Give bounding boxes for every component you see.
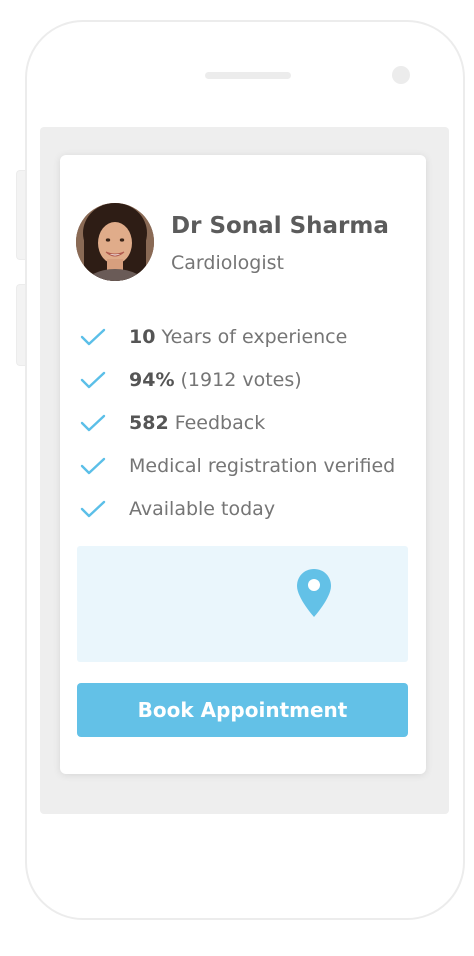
location-pin-icon[interactable] xyxy=(295,567,333,619)
feature-text: Medical registration verified xyxy=(129,455,395,477)
feature-text: 10 Years of experience xyxy=(129,326,347,348)
location-map[interactable] xyxy=(77,546,408,662)
feature-highlight: 94% xyxy=(129,368,175,391)
app-preview: Dr Sonal Sharma Cardiologist 10 Years of… xyxy=(0,0,474,956)
feature-description: Available today xyxy=(129,497,276,520)
feature-description: Medical registration verified xyxy=(129,454,396,477)
feature-item: Available today xyxy=(80,487,395,530)
feature-highlight: 10 xyxy=(129,325,156,348)
phone-camera xyxy=(392,66,410,84)
check-icon xyxy=(80,371,106,388)
feature-item: Medical registration verified xyxy=(80,444,395,487)
phone-speaker xyxy=(205,72,291,79)
feature-list: 10 Years of experience 94% (1912 votes) … xyxy=(80,315,395,530)
check-icon xyxy=(80,500,106,517)
feature-item: 582 Feedback xyxy=(80,401,395,444)
feature-item: 94% (1912 votes) xyxy=(80,358,395,401)
book-appointment-button[interactable]: Book Appointment xyxy=(77,683,408,737)
doctor-specialty: Cardiologist xyxy=(171,252,284,274)
feature-description: Years of experience xyxy=(155,325,348,348)
feature-text: Available today xyxy=(129,498,275,520)
feature-description: Feedback xyxy=(168,411,266,434)
doctor-photo xyxy=(76,203,154,281)
doctor-avatar xyxy=(76,203,154,281)
feature-highlight: 582 xyxy=(129,411,169,434)
feature-text: 94% (1912 votes) xyxy=(129,369,302,391)
feature-item: 10 Years of experience xyxy=(80,315,395,358)
feature-description: (1912 votes) xyxy=(174,368,302,391)
check-icon xyxy=(80,414,106,431)
doctor-card: Dr Sonal Sharma Cardiologist 10 Years of… xyxy=(60,155,426,774)
check-icon xyxy=(80,328,106,345)
feature-text: 582 Feedback xyxy=(129,412,265,434)
check-icon xyxy=(80,457,106,474)
doctor-name: Dr Sonal Sharma xyxy=(171,213,389,239)
